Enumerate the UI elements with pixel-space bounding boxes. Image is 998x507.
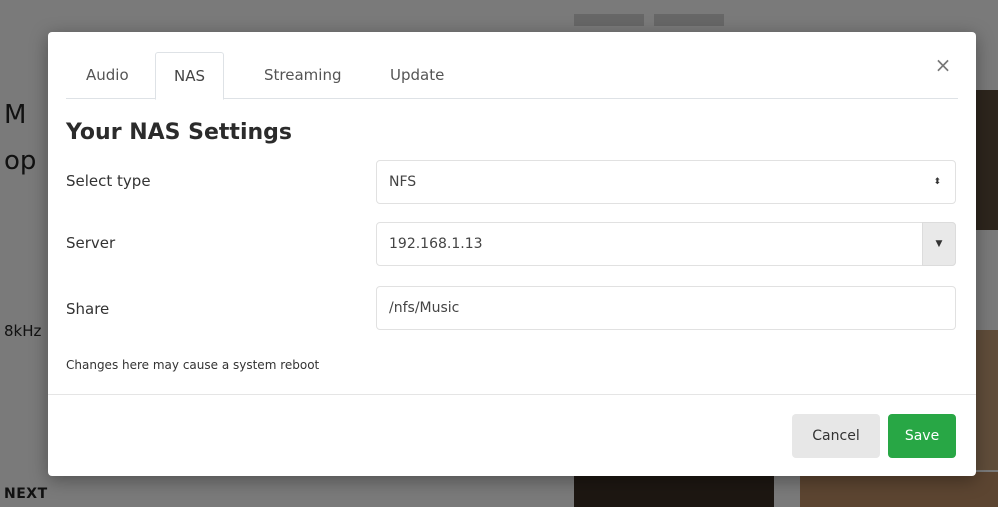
server-value: 192.168.1.13 <box>389 236 483 252</box>
modal-title: Your NAS Settings <box>66 120 292 145</box>
nas-settings-modal: Audio NAS Streaming Update × Your NAS Se… <box>48 32 976 476</box>
chevron-down-icon[interactable]: ▼ <box>922 222 956 266</box>
save-button[interactable]: Save <box>888 414 956 458</box>
nas-type-value: NFS <box>389 174 417 190</box>
tab-audio[interactable]: Audio <box>68 52 147 99</box>
reboot-warning: Changes here may cause a system reboot <box>66 358 320 372</box>
share-value: /nfs/Music <box>389 300 460 316</box>
tab-nas[interactable]: NAS <box>155 52 225 100</box>
close-icon[interactable]: × <box>934 55 952 75</box>
server-label: Server <box>66 234 116 252</box>
cancel-button[interactable]: Cancel <box>792 414 880 458</box>
share-input[interactable]: /nfs/Music <box>376 286 956 330</box>
footer-divider <box>48 394 976 395</box>
share-label: Share <box>66 300 110 318</box>
select-type-label: Select type <box>66 172 151 190</box>
tab-update[interactable]: Update <box>372 52 462 99</box>
settings-tabs: Audio NAS Streaming Update <box>66 52 958 100</box>
select-arrows-icon: ⬍ <box>933 177 941 187</box>
server-combobox[interactable]: 192.168.1.13 ▼ <box>376 222 956 266</box>
nas-type-select[interactable]: NFS ⬍ <box>376 160 956 204</box>
tab-streaming[interactable]: Streaming <box>246 52 359 99</box>
